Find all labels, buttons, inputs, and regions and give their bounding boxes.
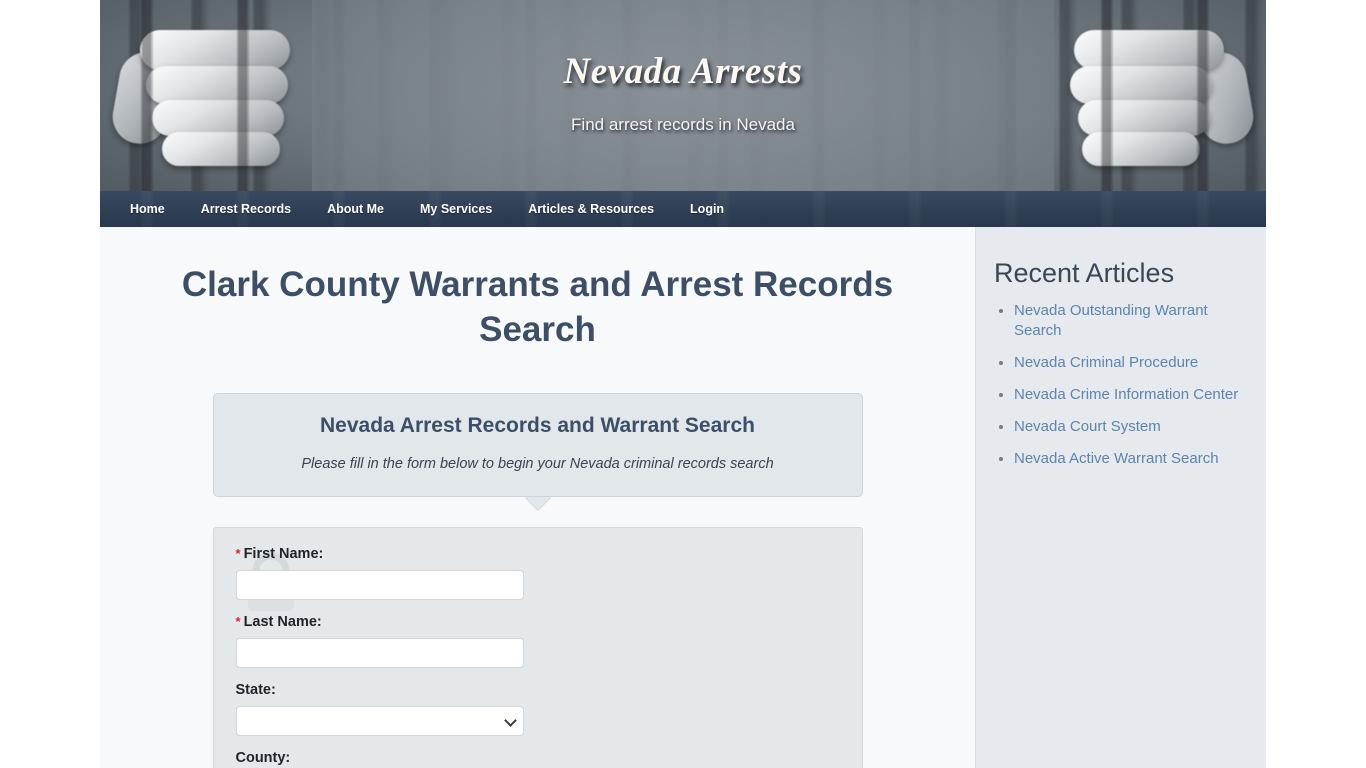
sidebar-link-court-system[interactable]: Nevada Court System (1014, 418, 1161, 435)
nav-item-articles-resources[interactable]: Articles & Resources (510, 191, 672, 227)
main-column: Clark County Warrants and Arrest Records… (100, 227, 975, 768)
nav-item-my-services[interactable]: My Services (402, 191, 510, 227)
last-name-input[interactable] (235, 637, 524, 668)
main-navigation: Home Arrest Records About Me My Services… (100, 191, 1266, 227)
required-marker: * (235, 613, 241, 629)
info-bubble-arrow (524, 496, 551, 510)
last-name-label: * Last Name: (236, 614, 524, 630)
county-label: County: (235, 749, 291, 766)
info-bubble-subtitle: Please fill in the form below to begin y… (301, 455, 774, 472)
search-form-panel: * First Name: * Last Name: State: County… (212, 526, 863, 768)
nav-item-arrest-records[interactable]: Arrest Records (183, 191, 309, 227)
list-item: Nevada Active Warrant Search (1014, 449, 1248, 468)
content-row: Clark County Warrants and Arrest Records… (100, 227, 1266, 768)
last-name-label-text: Last Name: (243, 613, 322, 630)
state-select-wrap (235, 705, 524, 736)
site-container: Nevada Arrests Find arrest records in Ne… (100, 0, 1266, 768)
list-item: Nevada Crime Information Center (1014, 385, 1248, 404)
required-marker: * (235, 545, 241, 561)
field-first-name: * First Name: (235, 546, 524, 600)
field-state: State: (235, 681, 524, 736)
page-title: Clark County Warrants and Arrest Records… (181, 265, 894, 349)
sidebar-link-active-warrant-search[interactable]: Nevada Active Warrant Search (1014, 450, 1219, 467)
info-bubble-wrapper: Nevada Arrest Records and Warrant Search… (212, 392, 863, 510)
nav-item-home[interactable]: Home (112, 191, 183, 227)
banner-text-block: Nevada Arrests Find arrest records in Ne… (100, 51, 1266, 135)
state-select[interactable] (235, 705, 524, 736)
list-item: Nevada Outstanding Warrant Search (1014, 301, 1248, 339)
site-tagline: Find arrest records in Nevada (571, 114, 795, 134)
sidebar-title: Recent Articles (994, 258, 1175, 288)
sidebar-link-outstanding-warrant-search[interactable]: Nevada Outstanding Warrant Search (1014, 302, 1208, 338)
field-last-name: * Last Name: (235, 614, 524, 668)
nav-item-login[interactable]: Login (672, 191, 742, 227)
sidebar-link-criminal-procedure[interactable]: Nevada Criminal Procedure (1014, 354, 1198, 371)
state-label: State: (235, 681, 276, 698)
field-county: County: (236, 750, 524, 768)
site-title: Nevada Arrests (563, 51, 803, 92)
nav-list: Home Arrest Records About Me My Services… (100, 191, 1266, 227)
info-bubble-title: Nevada Arrest Records and Warrant Search (320, 413, 755, 437)
recent-articles-list: Nevada Outstanding Warrant Search Nevada… (994, 301, 1248, 468)
first-name-label: * First Name: (236, 546, 524, 562)
page-root: Nevada Arrests Find arrest records in Ne… (0, 0, 1366, 768)
first-name-input[interactable] (235, 569, 524, 600)
list-item: Nevada Criminal Procedure (1014, 353, 1248, 372)
sidebar-link-crime-information-center[interactable]: Nevada Crime Information Center (1014, 386, 1238, 403)
nav-item-about-me[interactable]: About Me (309, 191, 402, 227)
site-banner: Nevada Arrests Find arrest records in Ne… (100, 0, 1266, 191)
list-item: Nevada Court System (1014, 417, 1248, 436)
form-grid: * First Name: * Last Name: State: County… (235, 546, 840, 768)
sidebar: Recent Articles Nevada Outstanding Warra… (975, 227, 1266, 768)
info-bubble: Nevada Arrest Records and Warrant Search… (212, 392, 863, 497)
first-name-label-text: First Name: (243, 545, 324, 562)
